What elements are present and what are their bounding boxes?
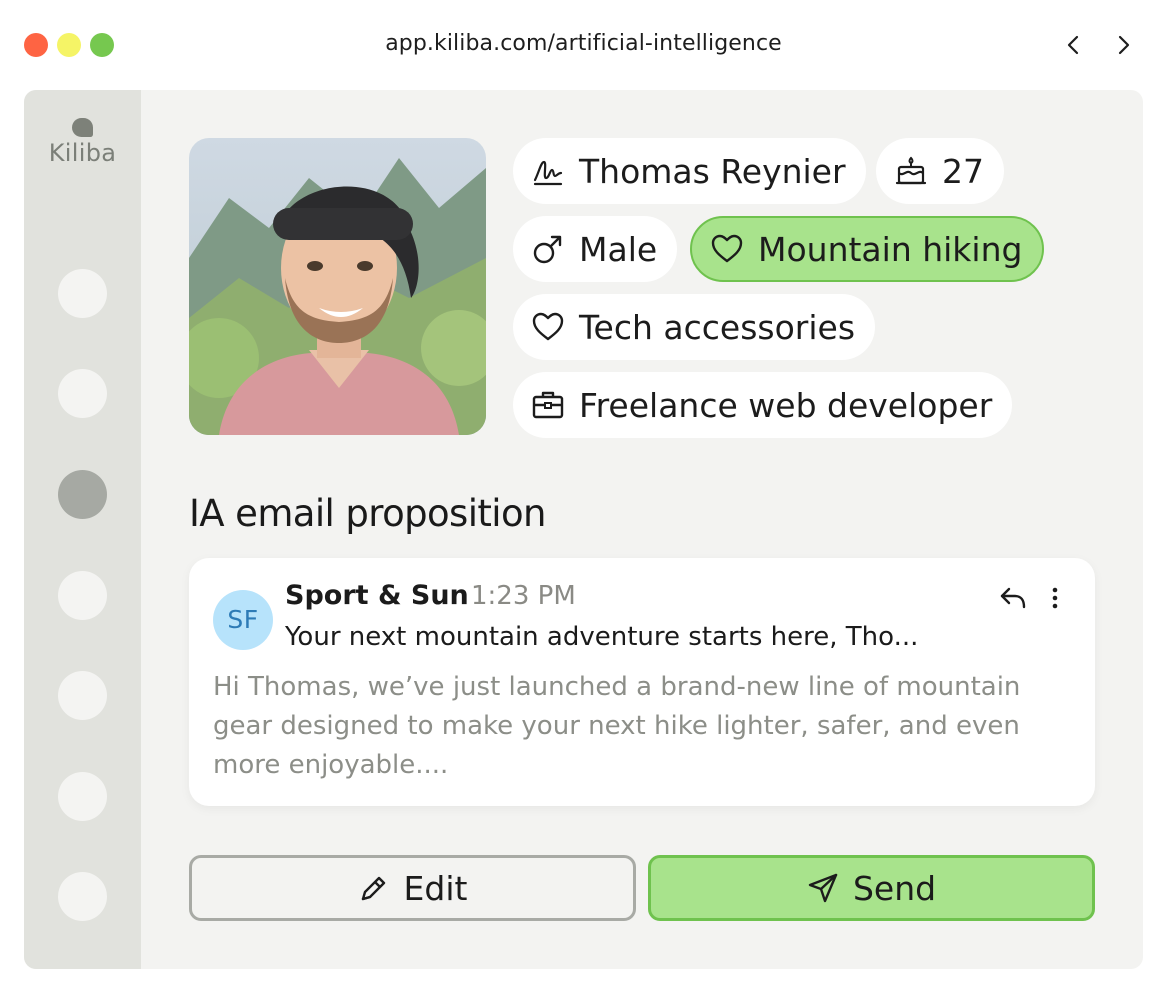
profile-photo [189,138,486,435]
edit-button-label: Edit [403,868,468,908]
sidebar-nav-item-5[interactable] [58,671,107,720]
profile-age-chip: 27 [876,138,1004,204]
profile-photo-illustration [189,138,486,435]
app-window: Kiliba Thomas Reynier 27 Male Mountain h… [24,90,1143,969]
sidebar-nav-item-7[interactable] [58,872,107,921]
profile-gender-chip: Male [513,216,678,282]
email-preview-text: Hi Thomas, we’ve just launched a brand-n… [213,672,1021,780]
sidebar-nav-item-4[interactable] [58,571,107,620]
chevron-left-icon[interactable] [1059,30,1089,60]
send-button[interactable]: Send [648,855,1095,921]
more-options-icon[interactable] [1041,582,1069,614]
address-bar-url[interactable]: app.kiliba.com/artificial-intelligence [0,31,1167,56]
logo-text: Kiliba [48,139,117,167]
email-sender: Sport & Sun [285,580,469,611]
reply-icon[interactable] [997,582,1029,614]
profile-age: 27 [942,151,984,191]
logo-mark-icon [72,118,93,137]
interest-chip[interactable]: Tech accessories [513,294,876,360]
heart-icon [531,310,565,344]
browser-titlebar: app.kiliba.com/artificial-intelligence [0,0,1167,90]
profile-occupation: Freelance web developer [579,385,993,425]
briefcase-icon [531,388,565,422]
profile-gender: Male [579,229,658,269]
sidebar-nav-item-2[interactable] [58,369,107,418]
interest-label: Tech accessories [579,307,856,347]
sidebar-nav-item-6[interactable] [58,772,107,821]
pencil-icon [358,872,390,904]
sender-avatar: SF [213,590,273,650]
kiliba-logo[interactable]: Kiliba [24,118,141,167]
sidebar-nav-item-1[interactable] [58,269,107,318]
heart-icon [710,232,744,266]
profile-name-chip: Thomas Reynier [513,138,866,204]
sidebar-nav-item-3-active[interactable] [58,470,107,519]
edit-button[interactable]: Edit [189,855,636,921]
profile-occupation-chip: Freelance web developer [513,372,1013,438]
send-paper-plane-icon [807,872,839,904]
birthday-cake-icon [894,154,928,188]
male-symbol-icon [531,232,565,266]
sidebar: Kiliba [24,90,141,969]
profile-name: Thomas Reynier [579,151,846,191]
signature-icon [531,154,565,188]
interest-label: Mountain hiking [758,229,1023,269]
email-time: 1:23 PM [471,581,576,611]
section-title: IA email proposition [189,492,546,535]
email-subject: Your next mountain adventure starts here… [285,622,919,652]
email-preview-card[interactable]: SF Sport & Sun 1:23 PM Your next mountai… [189,558,1095,806]
send-button-label: Send [852,868,937,908]
chevron-right-icon[interactable] [1108,30,1138,60]
interest-chip-highlighted[interactable]: Mountain hiking [690,216,1045,282]
